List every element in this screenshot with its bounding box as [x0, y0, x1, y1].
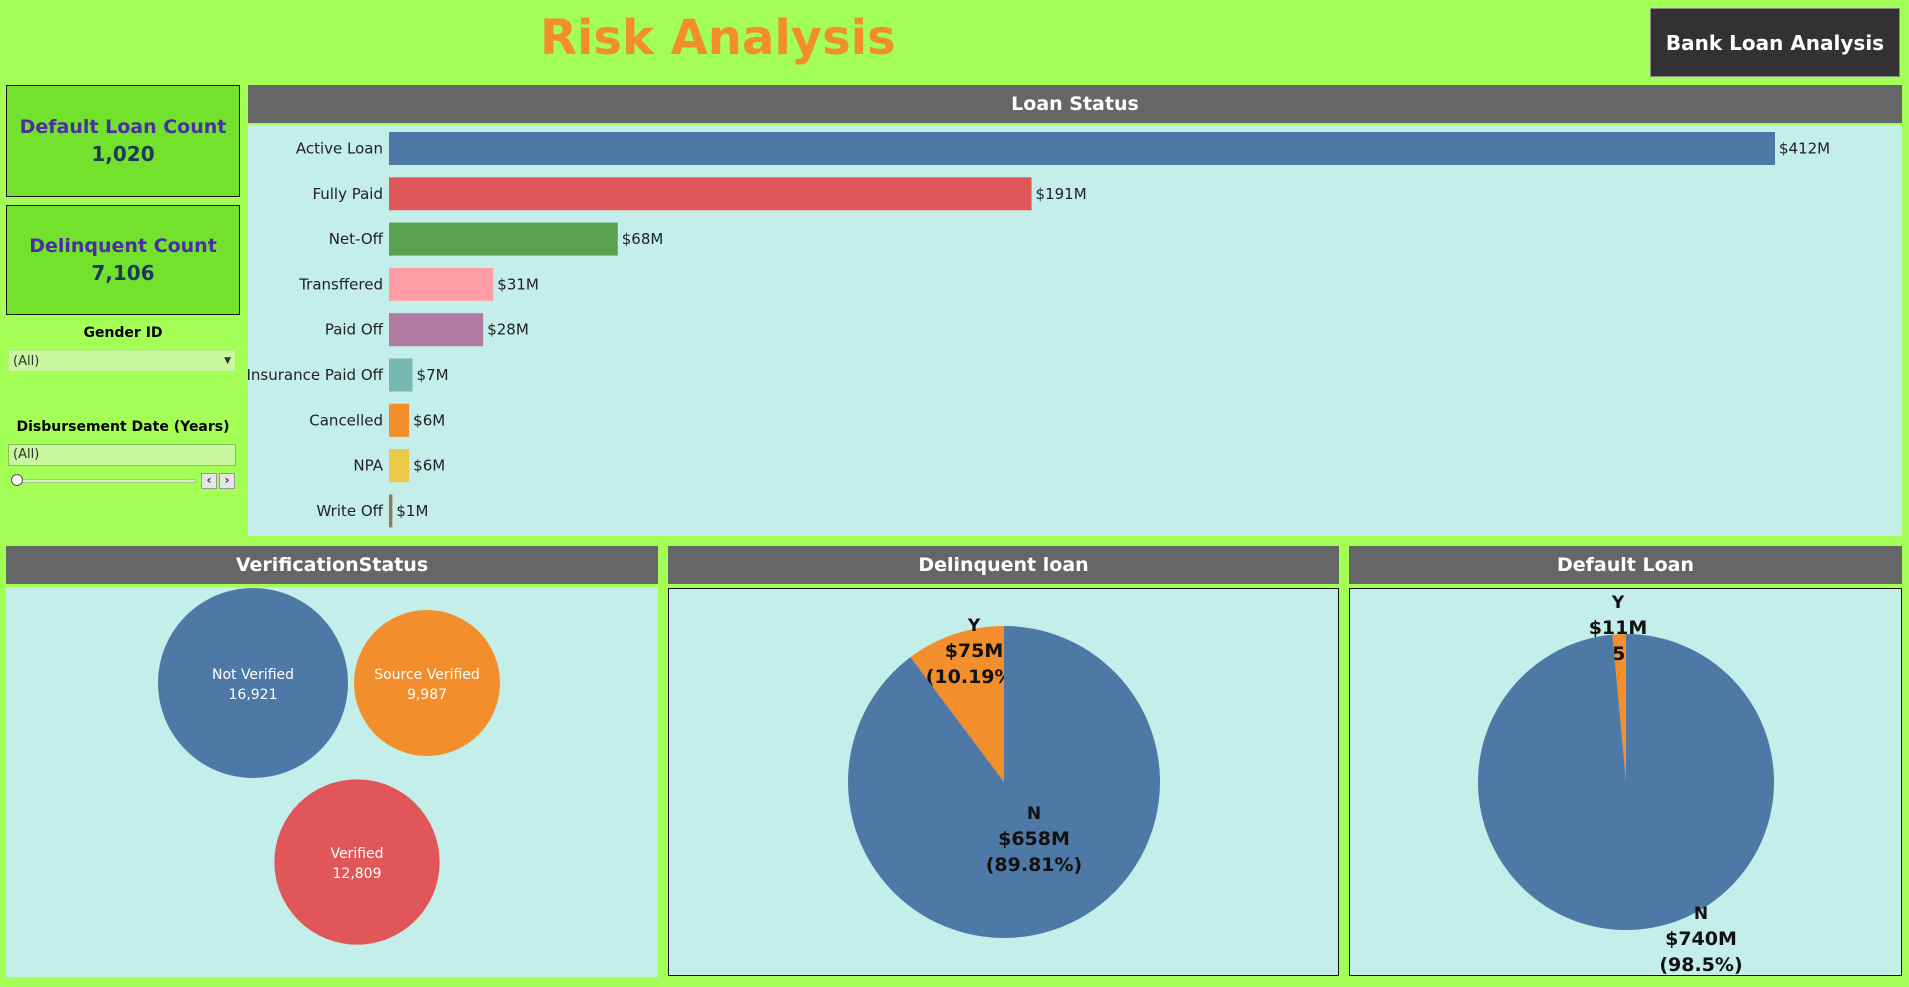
verification-bubble-chart: Not Verified 16,921 Source Verified 9,987 Ve… [158, 588, 500, 945]
page-title: Risk Analysis [540, 10, 896, 66]
bar [389, 267, 494, 301]
date-slider-handle[interactable] [11, 474, 23, 486]
default-header: Default Loan [1349, 546, 1902, 584]
bar-value-label: $28M [487, 321, 529, 339]
bar [389, 494, 393, 528]
chevron-left-icon[interactable]: ‹ [201, 473, 217, 489]
bar-category-label: Active Loan [296, 140, 383, 158]
bar [389, 403, 410, 437]
bubble [354, 610, 500, 756]
bar [389, 449, 410, 483]
bar-value-label: $31M [497, 275, 539, 293]
bar [389, 132, 1775, 165]
pie-slice-name: Y [967, 616, 981, 636]
pie-slice-amount: $740M [1665, 928, 1737, 950]
default-panel: Y $11M (1.5%) N $740M (98.5%) [1349, 588, 1902, 976]
default-pie-chart: Y$11M(1.5%)N$740M(98.5%) [1478, 593, 1774, 976]
bar-value-label: $412M [1779, 140, 1830, 158]
bar-value-label: $7M [417, 366, 449, 384]
bar-value-label: $1M [396, 502, 428, 520]
date-filter-input[interactable]: (All) [8, 444, 236, 466]
bar-value-label: $6M [413, 411, 445, 429]
date-slider-track[interactable] [14, 479, 196, 483]
bar-category-label: Transffered [298, 275, 383, 293]
pie-slice-percent: (89.81%) [986, 854, 1083, 876]
pie-slice [848, 626, 1160, 938]
chevron-down-icon[interactable]: ▼ [224, 356, 231, 366]
delinquent-pie-chart: Y$75M(10.19%)N$658M(89.81%) [848, 616, 1160, 938]
gender-filter-label: Gender ID [83, 325, 163, 341]
loan-status-header: Loan Status [248, 85, 1902, 123]
bubble-name-label: Source Verified [374, 667, 480, 683]
bar-category-label: Insurance Paid Off [248, 366, 384, 384]
bubble-name-label: Verified [330, 846, 383, 862]
verification-panel: Not Verified 16,921 Source Verified 9,987 Ve… [6, 587, 658, 977]
bar-value-label: $191M [1036, 185, 1087, 203]
gender-select-value: (All) [13, 353, 40, 369]
bar-value-label: $68M [622, 230, 664, 248]
delinquent-panel: Y $75M (10.19%) N $658M (89.81%) [668, 588, 1339, 976]
bubble-value-label: 9,987 [407, 687, 447, 703]
kpi-default-loan-count: Default Loan Count 1,020 [6, 85, 240, 197]
bar-category-label: Cancelled [309, 411, 383, 429]
delinquent-header: Delinquent loan [668, 546, 1339, 584]
loan-status-bar-chart: Active Loan $412M Fully Paid $191M Net-Off $6… [246, 132, 1830, 528]
bar-category-label: Write Off [316, 502, 383, 520]
kpi-delinquent-count: Delinquent Count 7,106 [6, 205, 240, 315]
bubble-name-label: Not Verified [212, 667, 294, 683]
bubble-value-label: 16,921 [229, 687, 278, 703]
bar-category-label: Net-Off [329, 230, 384, 248]
bubble [158, 588, 348, 778]
pie-slice-percent: (98.5%) [1659, 954, 1742, 975]
bar [389, 358, 413, 392]
verification-header: VerificationStatus [6, 546, 658, 584]
gender-select[interactable]: (All) ▼ [8, 350, 236, 372]
loan-status-panel: Active Loan $412M Fully Paid $191M Net-Off $6… [246, 125, 1902, 536]
date-filter-label: Disbursement Date (Years) [16, 419, 230, 435]
bar-category-label: Paid Off [325, 321, 384, 339]
pie-slice-amount: $75M [945, 640, 1004, 662]
pie-slice-name: Y [1611, 593, 1625, 613]
pie-slice-name: N [1694, 904, 1708, 924]
kpi-label: Default Loan Count [19, 116, 227, 138]
pie-slice-amount: $658M [998, 828, 1070, 850]
bar-value-label: $6M [413, 457, 445, 475]
pie-slice-name: N [1027, 804, 1041, 824]
bubble-value-label: 12,809 [333, 866, 382, 882]
bank-loan-analysis-button[interactable]: Bank Loan Analysis [1650, 8, 1900, 77]
bar [389, 177, 1032, 211]
chevron-right-icon[interactable]: › [219, 473, 235, 489]
pie-slice [1478, 634, 1774, 930]
bar-category-label: Fully Paid [312, 185, 383, 203]
kpi-value: 1,020 [91, 142, 155, 166]
kpi-value: 7,106 [91, 261, 155, 285]
bubble [274, 779, 440, 945]
bar [389, 313, 484, 347]
bar [389, 222, 618, 256]
kpi-label: Delinquent Count [29, 235, 217, 257]
bar-category-label: NPA [353, 457, 383, 475]
